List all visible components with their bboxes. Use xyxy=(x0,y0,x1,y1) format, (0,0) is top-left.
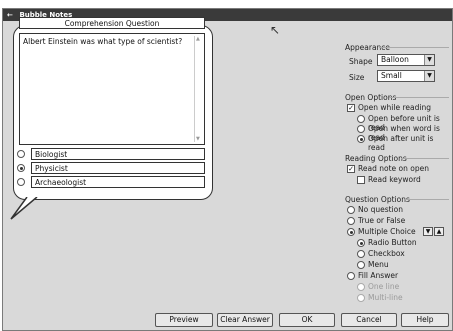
move-up-icon[interactable]: ▲ xyxy=(434,227,444,236)
chevron-down-icon: ▼ xyxy=(424,71,434,81)
no-question-radio[interactable] xyxy=(347,206,355,214)
open-options-divider xyxy=(389,97,449,98)
answer-field-3[interactable]: Archaeologist xyxy=(31,176,205,188)
answer-radio-3[interactable] xyxy=(17,178,25,186)
true-false-label: True or False xyxy=(358,216,406,225)
open-while-reading-label: Open while reading xyxy=(358,103,431,112)
question-scrollbar[interactable] xyxy=(194,36,202,142)
reading-options-label: Reading Options xyxy=(345,154,407,163)
shape-select[interactable]: Balloon ▼ xyxy=(377,54,435,66)
preview-button[interactable]: Preview xyxy=(155,313,213,327)
open-after-radio[interactable] xyxy=(357,135,365,143)
checkbox-radio[interactable] xyxy=(357,250,365,258)
question-options-divider xyxy=(405,199,449,200)
chevron-down-icon: ▼ xyxy=(424,55,434,65)
bubble-notes-dialog: ← Bubble Notes Comprehension Question Al… xyxy=(2,8,453,331)
shape-label: Shape xyxy=(349,57,373,66)
answer-label-3: Archaeologist xyxy=(35,178,87,187)
menu-label: Menu xyxy=(368,260,389,269)
answer-field-1[interactable]: Biologist xyxy=(31,148,205,160)
true-false-radio[interactable] xyxy=(347,217,355,225)
radio-button-label: Radio Button xyxy=(368,238,417,247)
no-question-label: No question xyxy=(358,205,403,214)
question-title-field[interactable]: Comprehension Question xyxy=(19,17,205,29)
open-when-radio[interactable] xyxy=(357,125,365,133)
mouse-cursor-icon: ↖ xyxy=(270,23,281,37)
answer-radio-1[interactable] xyxy=(17,150,25,158)
checkbox-label: Checkbox xyxy=(368,249,405,258)
one-line-radio[interactable] xyxy=(357,283,365,291)
ok-button[interactable]: OK xyxy=(279,313,335,327)
question-title: Comprehension Question xyxy=(64,19,160,28)
multi-line-label: Multi-line xyxy=(368,293,403,302)
open-while-reading-checkbox[interactable]: ✓ xyxy=(347,104,355,112)
answer-label-1: Biologist xyxy=(35,150,68,159)
help-button[interactable]: Help xyxy=(401,313,449,327)
question-text-area[interactable]: Albert Einstein was what type of scienti… xyxy=(19,33,205,145)
clear-answer-button[interactable]: Clear Answer xyxy=(217,313,273,327)
size-select[interactable]: Small ▼ xyxy=(377,70,435,82)
radio-button-radio[interactable] xyxy=(357,239,365,247)
question-text: Albert Einstein was what type of scienti… xyxy=(23,37,183,46)
multi-line-radio[interactable] xyxy=(357,294,365,302)
read-keyword-label: Read keyword xyxy=(368,175,421,184)
answer-field-2[interactable]: Physicist xyxy=(31,162,205,174)
read-note-label: Read note on open xyxy=(358,164,429,173)
multiple-choice-label: Multiple Choice xyxy=(358,227,416,236)
appearance-divider xyxy=(379,47,449,48)
read-note-checkbox[interactable]: ✓ xyxy=(347,165,355,173)
move-down-icon[interactable]: ▼ xyxy=(423,227,433,236)
back-arrow-icon: ← xyxy=(7,11,13,19)
size-value: Small xyxy=(381,71,402,80)
one-line-label: One line xyxy=(368,282,400,291)
open-after-label: Open after unit is read xyxy=(368,134,434,152)
bubble-tail xyxy=(10,197,38,220)
menu-radio[interactable] xyxy=(357,261,365,269)
open-before-radio[interactable] xyxy=(357,115,365,123)
answer-label-2: Physicist xyxy=(35,164,68,173)
shape-value: Balloon xyxy=(381,55,409,64)
question-options-label: Question Options xyxy=(345,195,410,204)
fill-answer-label: Fill Answer xyxy=(358,271,399,280)
fill-answer-radio[interactable] xyxy=(347,272,355,280)
read-keyword-checkbox[interactable] xyxy=(357,176,365,184)
cancel-button[interactable]: Cancel xyxy=(341,313,397,327)
multiple-choice-radio[interactable] xyxy=(347,228,355,236)
reading-options-divider xyxy=(401,158,449,159)
answer-radio-2[interactable] xyxy=(17,164,25,172)
size-label: Size xyxy=(349,73,365,82)
